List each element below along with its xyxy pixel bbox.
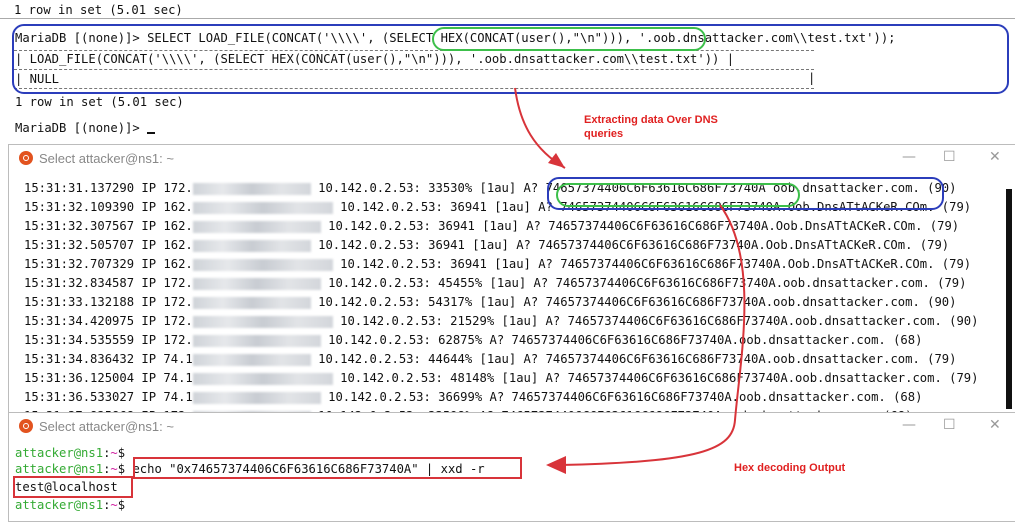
arrow-dns-to-command — [559, 204, 746, 466]
annotation-arrows — [514, 87, 746, 474]
arrowhead-dns — [548, 153, 565, 168]
arrowhead-command — [546, 456, 566, 474]
